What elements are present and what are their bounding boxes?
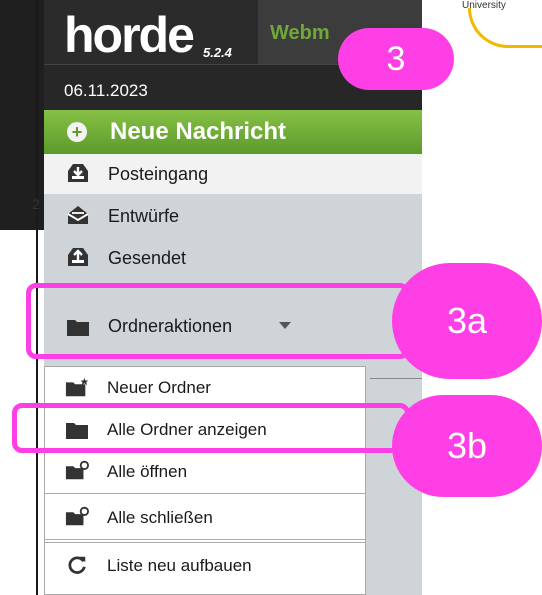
folder-label: Gesendet (108, 248, 187, 268)
callout-label-3a: 3a (392, 263, 542, 379)
folder-item-sent[interactable]: Gesendet (44, 238, 422, 278)
menu-item-collapse-all[interactable]: Alle schließen (45, 497, 365, 539)
app-version: 5.2.4 (203, 45, 232, 60)
menu-separator (45, 493, 365, 494)
current-date: 06.11.2023 (64, 81, 148, 100)
folder-item-drafts[interactable]: Entwürfe (44, 196, 422, 236)
folder-item-inbox[interactable]: Posteingang (44, 154, 422, 194)
new-message-button[interactable]: + Neue Nachricht (44, 110, 422, 154)
highlight-box-3b (12, 403, 410, 453)
drafts-icon (67, 206, 89, 224)
highlight-box-3a (26, 283, 410, 359)
tab-webmail-label: Webm (270, 22, 330, 44)
expand-folders-icon (65, 460, 89, 480)
menu-separator (45, 539, 365, 540)
menu-item-label: Liste neu aufbauen (107, 556, 252, 575)
plus-icon: + (67, 122, 87, 142)
folder-actions-menu: Neuer Ordner Alle Ordner anzeigen Alle ö… (44, 366, 366, 595)
menu-item-label: Alle öffnen (107, 462, 188, 481)
collapse-folders-icon (65, 506, 89, 526)
inbox-icon (68, 164, 88, 182)
divider (370, 378, 422, 379)
new-folder-icon (65, 377, 89, 397)
sent-icon (68, 248, 88, 266)
university-logo-arc (468, 8, 542, 48)
callout-label-3: 3 (338, 28, 454, 90)
menu-item-rebuild-list[interactable]: Liste neu aufbauen (45, 545, 365, 587)
menu-item-expand-all[interactable]: Alle öffnen (45, 451, 365, 493)
folder-label: Entwürfe (108, 206, 180, 226)
menu-item-label: Alle schließen (107, 508, 213, 527)
horde-logo[interactable]: horde (64, 10, 195, 60)
menu-separator (45, 542, 365, 543)
callout-label-3b: 3b (392, 395, 542, 497)
new-message-label: Neue Nachricht (110, 118, 287, 145)
folder-label: Posteingang (108, 164, 209, 184)
refresh-icon (68, 556, 86, 574)
menu-item-label: Neuer Ordner (107, 378, 211, 397)
stray-text: 2 (32, 196, 40, 212)
